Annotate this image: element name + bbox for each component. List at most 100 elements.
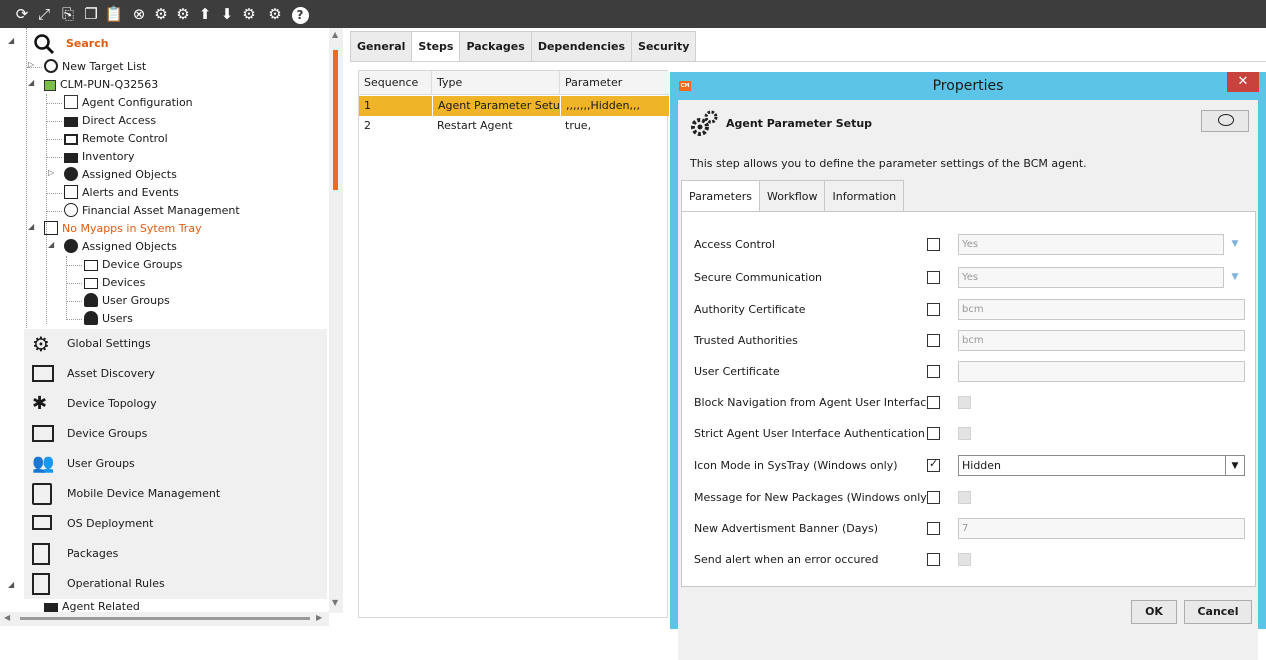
chevron-down-icon[interactable]: ▼ xyxy=(1225,455,1245,476)
tree-item-operational-rule[interactable]: No Myapps in Sytem Tray xyxy=(44,220,202,238)
users-icon xyxy=(84,311,98,325)
expand-icon[interactable]: ⤢ xyxy=(34,4,54,24)
table-row[interactable]: 2 Restart Agent true, xyxy=(359,116,669,136)
nav-mobile-device-management[interactable]: Mobile Device Management xyxy=(24,479,327,509)
trusted-authorities-field[interactable]: bcm xyxy=(958,330,1245,351)
tree-item-agent-configuration[interactable]: Agent Configuration xyxy=(64,94,193,112)
tree-vertical-scrollbar[interactable]: ▲ ▼ xyxy=(329,28,343,613)
nav-label: OS Deployment xyxy=(67,517,154,530)
close-button[interactable]: ✕ xyxy=(1227,72,1259,92)
settings-icon[interactable]: ⚙ xyxy=(265,4,285,24)
alerts-icon xyxy=(64,185,78,199)
collapse-icon[interactable]: ◢ xyxy=(8,36,14,45)
tree-item-financial-asset-management[interactable]: Financial Asset Management xyxy=(64,202,240,220)
collapse-icon[interactable]: ◢ xyxy=(28,78,34,87)
access-control-select[interactable]: Yes xyxy=(958,234,1224,255)
duplicate-icon[interactable]: ❐ xyxy=(81,4,101,24)
tree-item-device[interactable]: CLM-PUN-Q32563 xyxy=(44,76,158,94)
tree-item-new-target-list[interactable]: New Target List xyxy=(44,58,146,76)
block-navigation-value-checkbox[interactable] xyxy=(958,396,971,409)
nav-packages[interactable]: Packages xyxy=(24,539,327,569)
param-checkbox[interactable] xyxy=(927,365,940,378)
paste-icon[interactable]: 📋 xyxy=(104,4,124,24)
nav-device-topology[interactable]: ✱ Device Topology xyxy=(24,389,327,419)
tree-horizontal-scrollbar[interactable]: ◀ ▶ xyxy=(0,612,329,626)
collapse-icon[interactable]: ◢ xyxy=(28,222,34,231)
secure-communication-select[interactable]: Yes xyxy=(958,267,1224,288)
nav-device-groups[interactable]: Device Groups xyxy=(24,419,327,449)
tab-security[interactable]: Security xyxy=(631,31,697,61)
step-description: This step allows you to define the param… xyxy=(690,157,1087,170)
cancel-icon[interactable]: ⊗ xyxy=(129,4,149,24)
strict-authentication-value-checkbox[interactable] xyxy=(958,427,971,440)
tab-information[interactable]: Information xyxy=(824,180,905,212)
refresh-icon[interactable]: ⟳ xyxy=(12,4,32,24)
tab-steps[interactable]: Steps xyxy=(411,31,461,61)
param-checkbox[interactable] xyxy=(927,553,940,566)
tree-item-alerts-and-events[interactable]: Alerts and Events xyxy=(64,184,179,202)
nav-user-groups[interactable]: 👥 User Groups xyxy=(24,449,327,479)
message-new-packages-value-checkbox[interactable] xyxy=(958,491,971,504)
param-checkbox[interactable] xyxy=(927,457,940,472)
properties-icon[interactable]: ⚙ xyxy=(239,4,259,24)
tree-item-device-groups[interactable]: Device Groups xyxy=(84,256,182,274)
param-checkbox[interactable] xyxy=(927,334,940,347)
param-label: Block Navigation from Agent User Interfa… xyxy=(694,396,934,409)
tab-dependencies[interactable]: Dependencies xyxy=(530,31,633,61)
move-down-icon[interactable]: ⬇ xyxy=(217,4,237,24)
user-certificate-field[interactable] xyxy=(958,361,1245,382)
tree-label: Agent Configuration xyxy=(82,96,193,109)
send-alert-value-checkbox[interactable] xyxy=(958,553,971,566)
column-header-type[interactable]: Type xyxy=(432,71,560,95)
comment-button[interactable] xyxy=(1201,110,1249,132)
tab-parameters[interactable]: Parameters xyxy=(681,180,760,212)
param-checkbox[interactable] xyxy=(927,522,940,535)
nav-os-deployment[interactable]: OS Deployment xyxy=(24,509,327,539)
param-checkbox[interactable] xyxy=(927,491,940,504)
tree-item-devices[interactable]: Devices xyxy=(84,274,145,292)
icon-mode-select[interactable]: Hidden xyxy=(958,455,1226,476)
nav-global-settings[interactable]: ⚙ Global Settings xyxy=(24,329,327,359)
ok-button[interactable]: OK xyxy=(1131,600,1177,624)
param-checkbox[interactable] xyxy=(927,303,940,316)
add-settings-icon[interactable]: ⚙ xyxy=(151,4,171,24)
search-label: Search xyxy=(66,37,109,50)
tree-item-users[interactable]: Users xyxy=(84,310,133,328)
authority-certificate-field[interactable]: bcm xyxy=(958,299,1245,320)
copy-icon[interactable]: ⎘ xyxy=(58,4,78,24)
chevron-down-icon[interactable]: ▼ xyxy=(1225,234,1245,255)
devices-icon xyxy=(84,278,98,289)
help-icon[interactable]: ? xyxy=(290,4,310,24)
param-checkbox[interactable] xyxy=(927,396,940,409)
tree-item-direct-access[interactable]: Direct Access xyxy=(64,112,156,130)
tab-packages[interactable]: Packages xyxy=(459,31,532,61)
search-item[interactable]: Search xyxy=(33,32,233,56)
scroll-thumb[interactable] xyxy=(333,50,338,190)
nav-asset-discovery[interactable]: Asset Discovery xyxy=(24,359,327,389)
tab-workflow[interactable]: Workflow xyxy=(758,180,826,212)
add-settings-icon[interactable]: ⚙ xyxy=(173,4,193,24)
cancel-button[interactable]: Cancel xyxy=(1184,600,1252,624)
param-checkbox[interactable] xyxy=(927,427,940,440)
gears-icon: ⚙ xyxy=(32,332,50,356)
advertisement-banner-days-field[interactable]: 7 xyxy=(958,518,1245,539)
chevron-down-icon[interactable]: ▼ xyxy=(1225,267,1245,288)
nav-operational-rules[interactable]: Operational Rules xyxy=(24,569,327,599)
tree-item-inventory[interactable]: Inventory xyxy=(64,148,135,166)
tree-item-user-groups[interactable]: User Groups xyxy=(84,292,170,310)
tab-general[interactable]: General xyxy=(350,31,413,61)
tree-label: Remote Control xyxy=(82,132,168,145)
column-header-parameter[interactable]: Parameter xyxy=(560,71,669,95)
tree-item-assigned-objects[interactable]: Assigned Objects xyxy=(64,238,177,256)
collapse-icon[interactable]: ◢ xyxy=(8,580,14,589)
column-header-sequence[interactable]: Sequence xyxy=(359,71,432,95)
param-checkbox[interactable] xyxy=(927,271,940,284)
scroll-thumb[interactable] xyxy=(20,617,310,620)
param-user-certificate: User Certificate xyxy=(682,356,1257,387)
tree-item-remote-control[interactable]: Remote Control xyxy=(64,130,168,148)
collapse-icon[interactable]: ◢ xyxy=(48,240,54,249)
move-up-icon[interactable]: ⬆ xyxy=(195,4,215,24)
param-checkbox[interactable] xyxy=(927,238,940,251)
tree-item-assigned-objects[interactable]: Assigned Objects xyxy=(64,166,177,184)
table-row[interactable]: 1 Agent Parameter Setup ,,,,,,,Hidden,,, xyxy=(359,96,669,116)
